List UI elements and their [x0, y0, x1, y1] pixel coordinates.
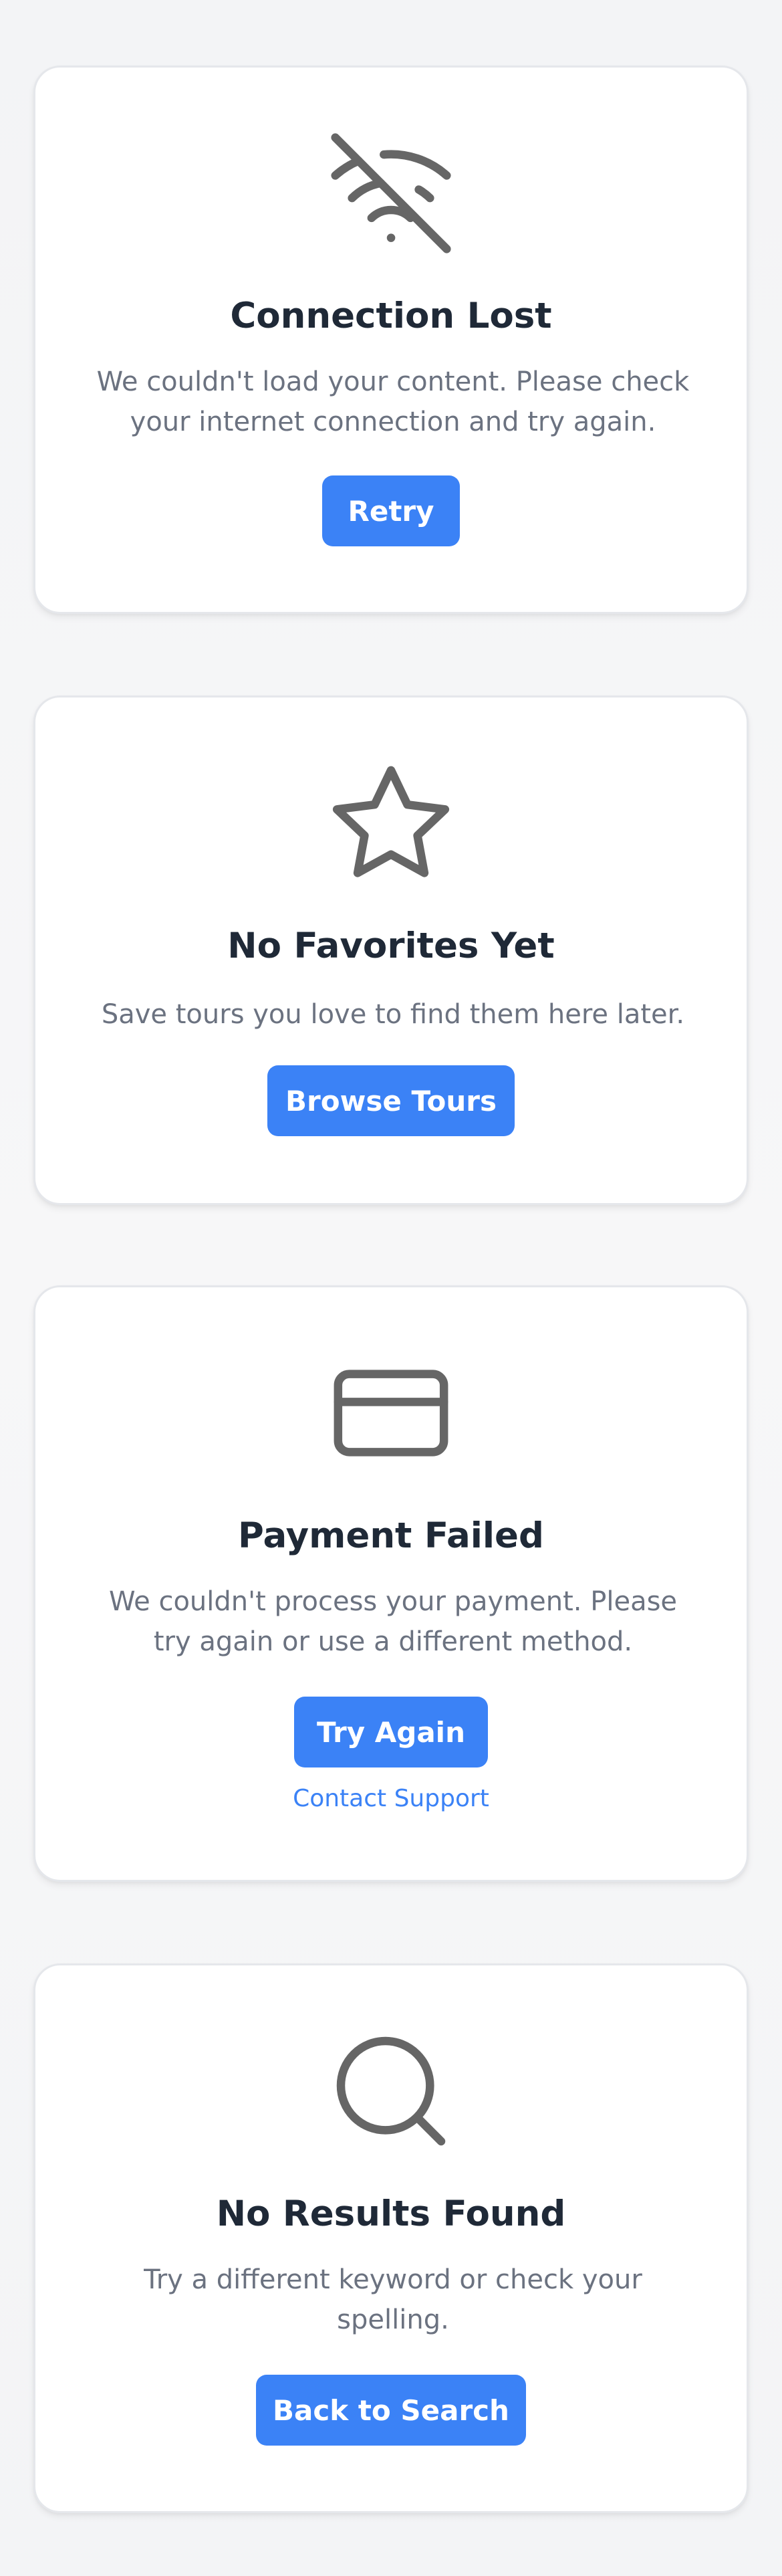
- payment-failed-card: Payment Failed We couldn't process your …: [33, 1285, 749, 1882]
- try-again-button[interactable]: Try Again: [294, 1697, 488, 1767]
- retry-button[interactable]: Retry: [322, 475, 460, 546]
- wifi-off-icon: [324, 126, 458, 260]
- card-title: Connection Lost: [230, 296, 552, 336]
- search-icon: [324, 2024, 458, 2158]
- card-title: No Favorites Yet: [227, 926, 555, 966]
- credit-card-icon: [324, 1346, 458, 1480]
- star-icon: [324, 756, 458, 890]
- card-title: No Results Found: [216, 2193, 566, 2234]
- no-favorites-card: No Favorites Yet Save tours you love to …: [33, 695, 749, 1205]
- card-description: We couldn't load your content. Please ch…: [96, 366, 690, 437]
- card-description: Save tours you love to find them here la…: [101, 999, 685, 1030]
- connection-lost-card: Connection Lost We couldn't load your co…: [33, 66, 749, 614]
- card-title: Payment Failed: [238, 1515, 544, 1556]
- card-description: Try a different keyword or check your sp…: [144, 2264, 642, 2335]
- contact-support-link[interactable]: Contact Support: [35, 1784, 747, 1814]
- no-results-card: No Results Found Try a different keyword…: [33, 1963, 749, 2513]
- back-to-search-button[interactable]: Back to Search: [256, 2375, 526, 2446]
- card-description: We couldn't process your payment. Please…: [108, 1586, 678, 1657]
- browse-tours-button[interactable]: Browse Tours: [267, 1065, 515, 1136]
